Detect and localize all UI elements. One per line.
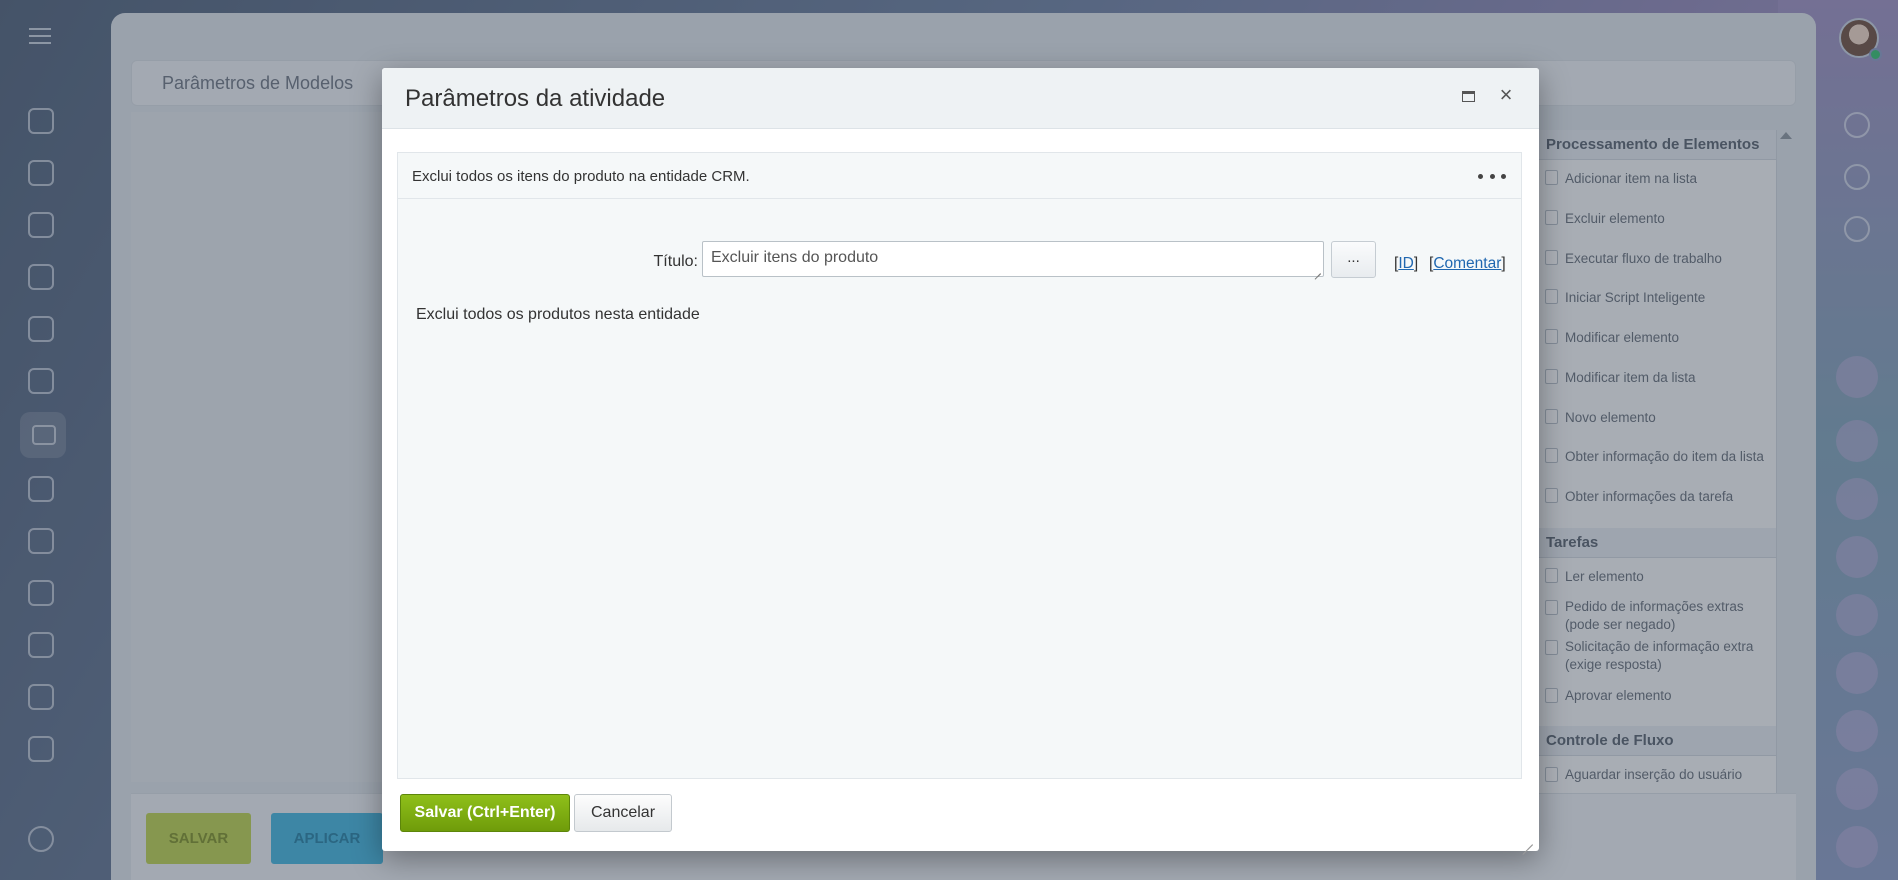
activity-description-bar: Exclui todos os itens do produto na enti… bbox=[398, 153, 1521, 199]
close-icon[interactable]: × bbox=[1496, 84, 1516, 106]
dialog-resize-icon[interactable] bbox=[1521, 833, 1535, 847]
comment-link[interactable]: Comentar bbox=[1433, 255, 1501, 272]
activity-hint: Exclui todos os produtos nesta entidade bbox=[416, 306, 700, 323]
more-options-icon[interactable] bbox=[1478, 167, 1506, 185]
textarea-resize-icon[interactable] bbox=[1313, 266, 1322, 275]
maximize-icon[interactable] bbox=[1462, 91, 1475, 102]
id-link-wrapper: [ID] bbox=[1394, 255, 1419, 272]
insert-value-button[interactable]: ... bbox=[1331, 241, 1376, 278]
cancel-button[interactable]: Cancelar bbox=[574, 794, 672, 832]
title-input[interactable]: Excluir itens do produto bbox=[702, 241, 1324, 277]
dialog-header[interactable]: Parâmetros da atividade × bbox=[382, 68, 1539, 129]
title-field-label: Título: bbox=[653, 253, 698, 270]
dialog-content: Exclui todos os itens do produto na enti… bbox=[397, 152, 1522, 779]
activity-parameters-dialog: Parâmetros da atividade × Exclui todos o… bbox=[382, 68, 1539, 851]
id-link[interactable]: ID bbox=[1398, 255, 1414, 272]
dialog-title: Parâmetros da atividade bbox=[405, 85, 666, 112]
save-button[interactable]: Salvar (Ctrl+Enter) bbox=[400, 794, 570, 832]
comment-link-wrapper: [Comentar] bbox=[1429, 255, 1506, 272]
activity-description: Exclui todos os itens do produto na enti… bbox=[412, 168, 750, 185]
